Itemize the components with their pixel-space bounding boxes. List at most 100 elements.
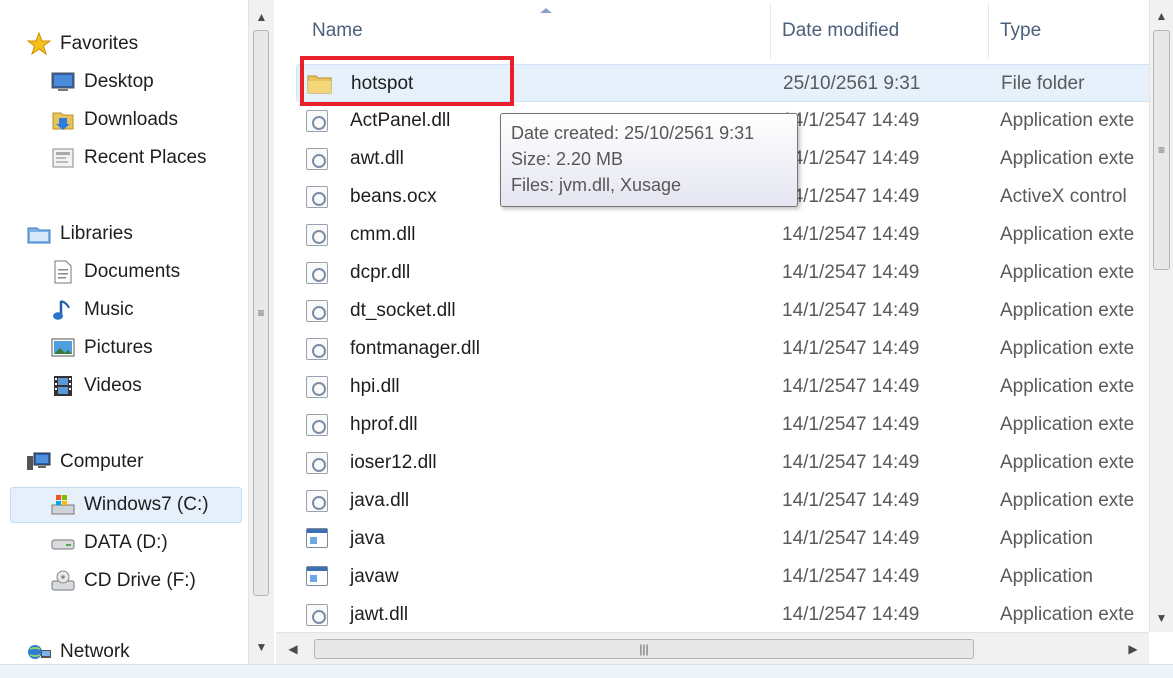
file-date-modified: 25/10/2561 9:31: [783, 73, 921, 94]
scrollbar-thumb[interactable]: |||: [314, 639, 974, 659]
column-header-name[interactable]: Name: [300, 0, 363, 62]
nav-label: DATA (D:): [84, 532, 168, 553]
table-row[interactable]: fontmanager.dll 14/1/2547 14:49 Applicatio…: [296, 330, 1156, 368]
file-date-modified: 14/1/2547 14:49: [782, 148, 920, 169]
scroll-down-arrow-icon[interactable]: ▼: [249, 634, 274, 660]
file-type: Application exte: [1000, 414, 1135, 435]
desktop-icon: [50, 69, 76, 95]
system-drive-icon: [50, 492, 76, 518]
nav-label: CD Drive (F:): [84, 570, 196, 591]
file-date-modified: 14/1/2547 14:49: [782, 110, 920, 131]
file-name: jawt.dll: [350, 604, 409, 625]
navigation-scrollbar[interactable]: ▲ ≡ ▼: [248, 0, 274, 664]
file-list-horizontal-scrollbar[interactable]: ◀ ||| ▶: [276, 632, 1149, 664]
nav-item-music[interactable]: Music: [50, 292, 134, 328]
nav-label: Documents: [84, 261, 181, 282]
table-row[interactable]: dt_socket.dll 14/1/2547 14:49 Application …: [296, 292, 1156, 330]
file-type: Application exte: [1000, 452, 1135, 473]
table-row[interactable]: cmm.dll 14/1/2547 14:49 Application exte: [296, 216, 1156, 254]
dll-icon: [306, 414, 328, 436]
nav-label: Pictures: [84, 337, 153, 358]
file-date-modified: 14/1/2547 14:49: [782, 414, 920, 435]
file-type: Application exte: [1000, 300, 1135, 321]
table-row[interactable]: hotspot 25/10/2561 9:31 File folder: [296, 64, 1156, 102]
file-type: Application exte: [1000, 224, 1135, 245]
table-row[interactable]: hprof.dll 14/1/2547 14:49 Application exte: [296, 406, 1156, 444]
tooltip-date-created: Date created: 25/10/2561 9:31: [511, 123, 755, 143]
scroll-left-arrow-icon[interactable]: ◀: [282, 637, 304, 661]
nav-label: Computer: [60, 451, 144, 472]
table-row[interactable]: javaw 14/1/2547 14:49 Application: [296, 558, 1156, 596]
nav-item-data-d[interactable]: DATA (D:): [50, 525, 168, 561]
table-row[interactable]: hpi.dll 14/1/2547 14:49 Application exte: [296, 368, 1156, 406]
dll-icon: [306, 376, 328, 398]
nav-label: Libraries: [60, 223, 133, 244]
nav-item-libraries[interactable]: Libraries: [26, 216, 133, 252]
file-type: Application: [1000, 566, 1093, 587]
network-icon: [26, 639, 52, 665]
exe-icon: [306, 528, 328, 550]
folder-icon: [307, 73, 332, 95]
hard-drive-icon: [50, 530, 76, 556]
nav-item-windows7-c[interactable]: Windows7 (C:): [50, 487, 209, 523]
folder-tooltip: Date created: 25/10/2561 9:31 Size: 2.20…: [500, 113, 798, 207]
file-type: Application exte: [1000, 148, 1135, 169]
table-row[interactable]: ioser12.dll 14/1/2547 14:49 Application ex…: [296, 444, 1156, 482]
nav-item-favorites[interactable]: Favorites: [26, 26, 138, 62]
nav-item-recent-places[interactable]: Recent Places: [50, 140, 207, 176]
dll-icon: [306, 604, 328, 626]
nav-item-pictures[interactable]: Pictures: [50, 330, 153, 366]
nav-item-computer[interactable]: Computer: [26, 444, 143, 480]
scroll-up-arrow-icon[interactable]: ▲: [249, 4, 274, 30]
table-row[interactable]: dcpr.dll 14/1/2547 14:49 Application exte: [296, 254, 1156, 292]
dll-icon: [306, 262, 328, 284]
nav-item-downloads[interactable]: Downloads: [50, 102, 178, 138]
file-name: awt.dll: [350, 148, 404, 169]
file-date-modified: 14/1/2547 14:49: [782, 338, 920, 359]
table-row[interactable]: jawt.dll 14/1/2547 14:49 Application exte: [296, 596, 1156, 634]
file-type: Application exte: [1000, 262, 1135, 283]
navigation-pane: Favorites Desktop Downloads Recent Place…: [0, 0, 276, 664]
file-date-modified: 14/1/2547 14:49: [782, 376, 920, 397]
nav-item-desktop[interactable]: Desktop: [50, 64, 154, 100]
tooltip-size: Size: 2.20 MB: [511, 149, 624, 169]
nav-label: Downloads: [84, 109, 178, 130]
dll-icon: [306, 300, 328, 322]
column-header-row: Name Date modified Type: [276, 0, 1156, 62]
file-list-vertical-scrollbar[interactable]: ▲ ≡ ▼: [1149, 0, 1173, 632]
cd-drive-icon: [50, 568, 76, 594]
details-pane-edge: [0, 664, 1173, 678]
file-name: fontmanager.dll: [350, 338, 480, 359]
nav-item-documents[interactable]: Documents: [50, 254, 180, 290]
tooltip-files: Files: jvm.dll, Xusage: [511, 175, 682, 195]
recent-places-icon: [50, 145, 76, 171]
file-name: javaw: [350, 566, 399, 587]
nav-label: Videos: [84, 375, 142, 396]
dll-icon: [306, 224, 328, 246]
column-header-date-modified[interactable]: Date modified: [770, 0, 899, 62]
file-name: dt_socket.dll: [350, 300, 456, 321]
scroll-down-arrow-icon[interactable]: ▼: [1150, 606, 1173, 630]
scroll-right-arrow-icon[interactable]: ▶: [1122, 637, 1144, 661]
file-list-pane: Name Date modified Type hotspot 25/10/256…: [276, 0, 1173, 664]
file-name: ActPanel.dll: [350, 110, 451, 131]
nav-label: Network: [60, 641, 130, 662]
file-type: Application exte: [1000, 110, 1135, 131]
scrollbar-thumb[interactable]: ≡: [253, 30, 269, 596]
music-note-icon: [50, 297, 76, 323]
nav-label: Favorites: [60, 33, 139, 54]
file-type: Application exte: [1000, 338, 1135, 359]
file-name: beans.ocx: [350, 186, 437, 207]
table-row[interactable]: java.dll 14/1/2547 14:49 Application exte: [296, 482, 1156, 520]
column-header-type[interactable]: Type: [988, 0, 1041, 62]
scrollbar-thumb[interactable]: ≡: [1153, 30, 1170, 270]
file-name: java: [350, 528, 385, 549]
table-row[interactable]: java 14/1/2547 14:49 Application: [296, 520, 1156, 558]
computer-icon: [26, 449, 52, 475]
file-name: java.dll: [350, 490, 410, 511]
nav-item-cd-drive-f[interactable]: CD Drive (F:): [50, 563, 196, 599]
nav-item-videos[interactable]: Videos: [50, 368, 142, 404]
scroll-up-arrow-icon[interactable]: ▲: [1150, 4, 1173, 28]
nav-label: Desktop: [84, 71, 154, 92]
file-name: cmm.dll: [350, 224, 416, 245]
